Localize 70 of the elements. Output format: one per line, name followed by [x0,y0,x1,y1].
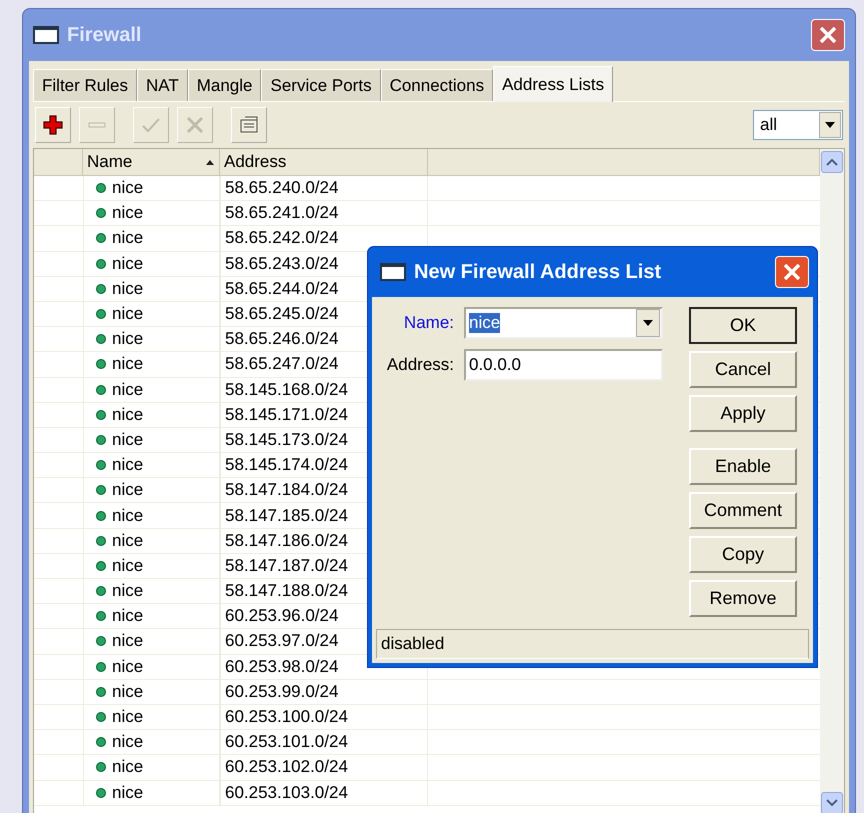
dialog-button[interactable]: OK [689,307,797,344]
scroll-down-button[interactable] [821,792,843,813]
close-icon [782,262,802,282]
plus-icon [43,115,63,135]
add-button[interactable] [35,107,71,143]
table-cell: 58.65.240.0/24 [220,176,428,200]
name-text: nice [112,480,144,500]
status-bar: disabled [376,629,809,659]
table-cell: 60.253.102.0/24 [220,755,428,780]
dialog-button[interactable]: Copy [689,536,797,573]
name-text: nice [112,506,144,526]
column-header[interactable]: Address [220,149,428,176]
name-text: nice [112,556,144,576]
name-text: nice [112,430,144,450]
name-text: nice [112,707,144,728]
tab[interactable]: Filter Rules [33,69,137,101]
name-text: nice [112,203,144,224]
name-text: nice [112,732,144,752]
column-header[interactable]: Name [83,149,220,176]
note-icon [239,115,259,135]
filter-dropdown[interactable]: all [753,110,843,140]
window-title: Firewall [67,24,142,46]
table-cell: 60.253.103.0/24 [220,780,428,805]
chevron-up-icon [826,158,838,166]
close-button[interactable] [775,256,809,288]
scrollbar[interactable] [820,149,844,813]
tab[interactable]: NAT [136,69,188,101]
table-cell: 60.253.99.0/24 [220,680,428,704]
tab[interactable]: Address Lists [493,66,614,102]
dialog-button[interactable]: Comment [689,492,797,529]
close-icon [818,25,838,45]
name-text: nice [112,380,144,400]
name-text: nice [112,581,144,602]
name-text: nice [112,354,144,374]
window-icon [380,263,406,281]
name-text: nice [112,530,144,551]
sort-icon [205,158,215,166]
name-text: nice [112,178,144,198]
tab[interactable]: Mangle [188,69,262,101]
tab[interactable]: Connections [380,69,494,101]
name-text: nice [112,631,144,652]
dialog-button[interactable]: Apply [689,395,797,432]
table-cell: 60.253.101.0/24 [220,730,428,754]
name-text: nice [112,329,144,350]
name-text: nice [112,254,144,274]
name-text: nice [112,455,144,476]
name-text: nice [112,682,144,702]
name-text: nice [112,757,144,778]
name-text: nice [112,656,144,677]
table-cell: 60.253.100.0/24 [220,704,428,730]
table-cell: 58.65.241.0/24 [220,201,428,226]
name-text: nice [112,278,144,299]
name-text: nice [112,304,144,324]
comment-button[interactable] [231,107,267,143]
name-combo-field[interactable]: nice [464,307,663,339]
tab[interactable]: Service Ports [261,69,381,101]
name-text: nice [112,782,144,803]
minus-icon [88,122,106,128]
window-icon [33,26,59,44]
address-input-field[interactable]: 0.0.0.0 [464,349,663,381]
cross-icon [185,115,205,135]
chevron-down-icon [826,799,838,807]
dialog-button[interactable]: Remove [689,580,797,617]
scroll-up-button[interactable] [821,151,843,173]
close-button[interactable] [811,19,845,51]
dialog-button[interactable]: Enable [689,448,797,485]
dialog-button[interactable]: Cancel [689,351,797,388]
name-text: nice [112,228,144,248]
name-text: nice [112,404,144,425]
name-text: nice [112,606,144,626]
